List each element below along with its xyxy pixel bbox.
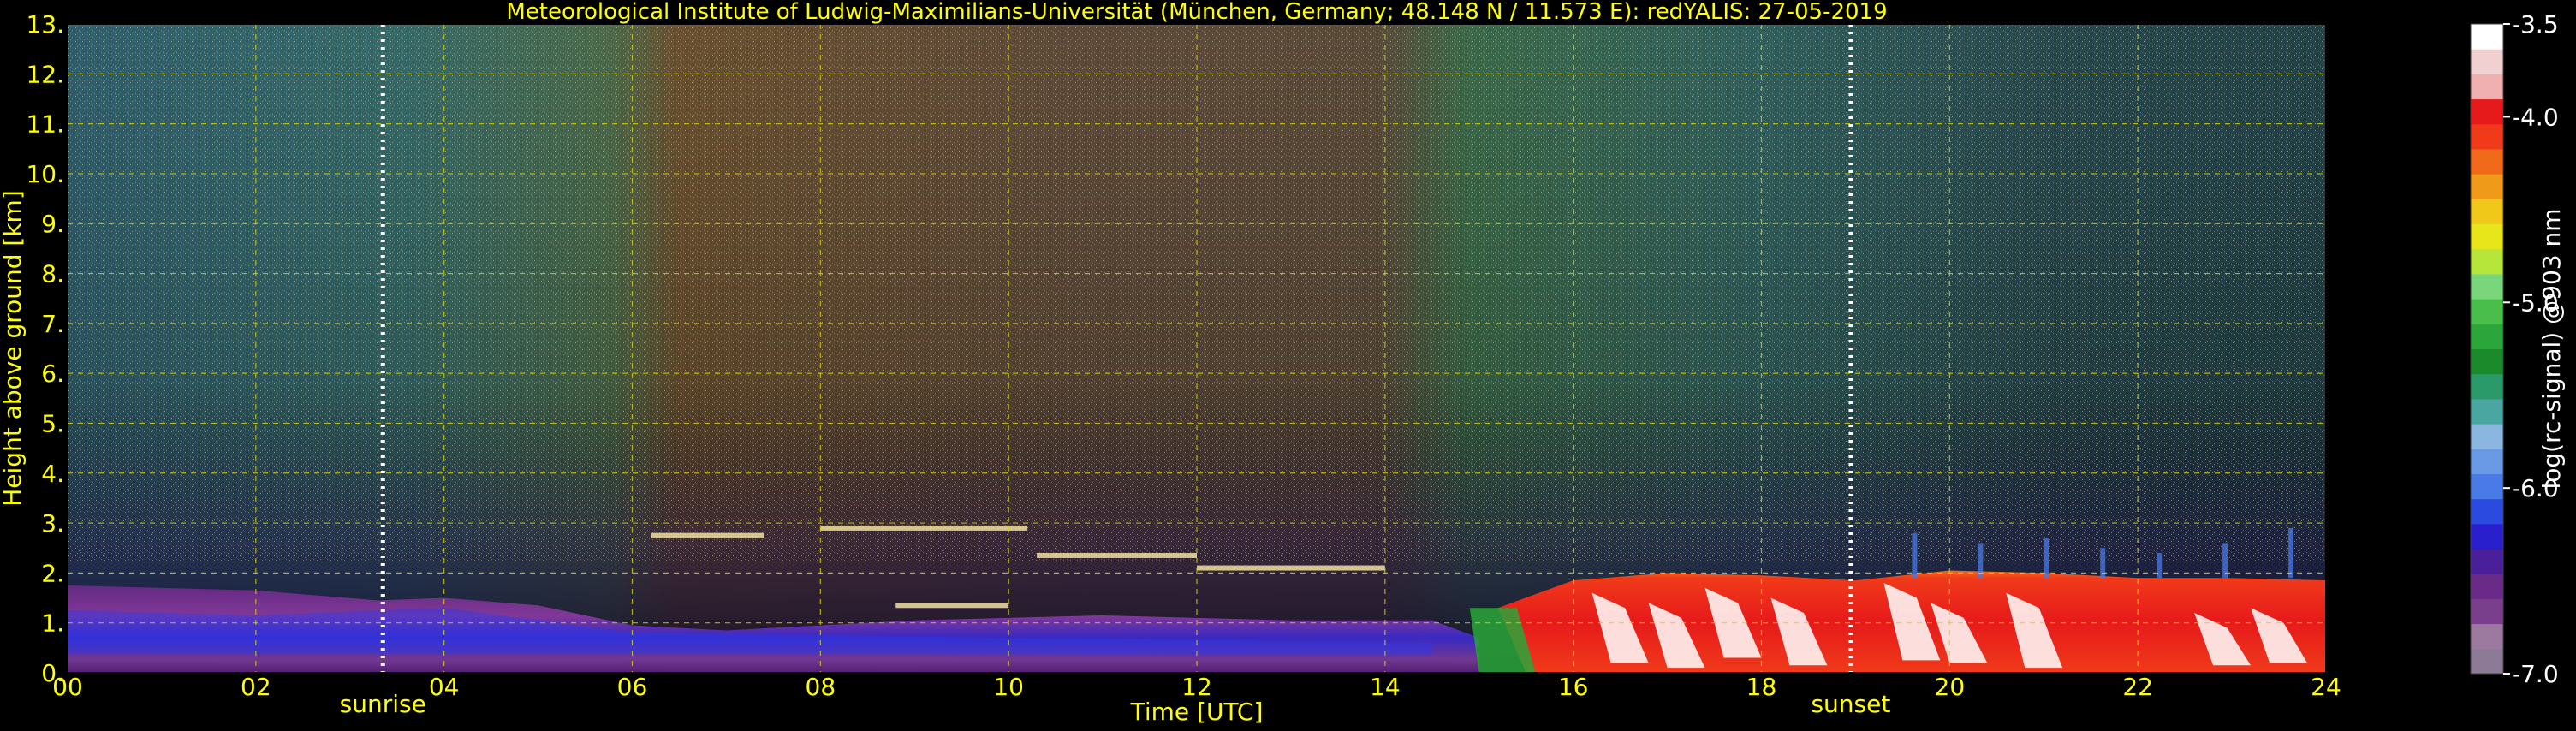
colorbar-segment — [2471, 523, 2503, 550]
convective-spike — [2044, 538, 2049, 579]
x-tick-label: 18 — [1746, 673, 1777, 701]
chart-svg: sunrise sunset Meteorological Institute o… — [0, 0, 2576, 728]
thin-cloud-layer — [1037, 552, 1197, 558]
colorbar-segment — [2471, 174, 2503, 199]
x-tick-label: 02 — [241, 673, 271, 701]
convective-spike — [1912, 532, 1918, 579]
y-tick-label: 13. — [26, 10, 64, 39]
colorbar-segment — [2471, 223, 2503, 250]
colorbar-tick-label: -3.5 — [2512, 10, 2559, 39]
colorbar-segment — [2471, 473, 2503, 500]
colorbar-segment — [2471, 498, 2503, 525]
x-tick-label: 08 — [806, 673, 836, 701]
y-tick-label: 0. — [41, 659, 64, 687]
x-tick-label: 10 — [993, 673, 1024, 701]
x-tick-label: 16 — [1558, 673, 1589, 701]
chart-title: Meteorological Institute of Ludwig-Maxim… — [506, 0, 1887, 25]
thin-cloud-layer — [820, 525, 1028, 531]
x-tick-label: 06 — [617, 673, 648, 701]
y-tick-label: 8. — [41, 260, 64, 288]
annotation-label: sunrise — [340, 690, 426, 718]
x-tick-label: 14 — [1370, 673, 1401, 701]
x-tick-label: 24 — [2311, 673, 2341, 701]
convective-spike — [2288, 527, 2294, 579]
colorbar-segment — [2471, 248, 2503, 275]
colorbar-segment — [2471, 98, 2503, 125]
y-tick-label: 10. — [26, 160, 64, 188]
colorbar-segment — [2471, 623, 2503, 650]
x-tick-label: 12 — [1181, 673, 1212, 701]
y-tick-label: 11. — [26, 110, 64, 139]
colorbar-segment — [2471, 574, 2503, 599]
y-tick-label: 5. — [41, 409, 64, 437]
convective-spike — [2157, 553, 2163, 579]
y-tick-label: 12. — [26, 60, 64, 88]
colorbar-tick-label: -7.0 — [2512, 660, 2559, 688]
colorbar-segment — [2471, 123, 2503, 150]
colorbar-segment — [2471, 598, 2503, 625]
colorbar-tick-label: -4.0 — [2512, 103, 2559, 131]
y-tick-label: 1. — [41, 609, 64, 638]
colorbar-label: log(rc-signal) @903 nm — [2537, 208, 2566, 489]
colorbar-segment — [2471, 49, 2503, 74]
y-tick-label: 7. — [41, 310, 64, 338]
y-tick-label: 3. — [41, 509, 64, 538]
colorbar-segment — [2471, 398, 2503, 425]
colorbar-segment — [2471, 273, 2503, 300]
y-tick-label: 9. — [41, 210, 64, 238]
colorbar-segment — [2471, 348, 2503, 375]
y-tick-label: 2. — [41, 559, 64, 587]
colorbar — [2470, 23, 2504, 675]
y-tick-label: 6. — [41, 360, 64, 388]
lidar-chart: sunrise sunset Meteorological Institute o… — [0, 0, 2576, 728]
x-tick-label: 20 — [1935, 673, 1966, 701]
x-tick-label: 04 — [429, 673, 460, 701]
colorbar-segment — [2471, 24, 2503, 50]
colorbar-segment — [2471, 299, 2503, 324]
colorbar-segment — [2471, 324, 2503, 349]
colorbar-segment — [2471, 148, 2503, 175]
colorbar-segment — [2471, 74, 2503, 100]
colorbar-segment — [2471, 373, 2503, 400]
annotation-label: sunset — [1811, 690, 1890, 718]
x-axis-label: Time [UTC] — [1130, 698, 1264, 726]
colorbar-segment — [2471, 648, 2503, 675]
colorbar-segment — [2471, 549, 2503, 574]
thin-cloud-layer — [651, 532, 764, 538]
x-tick-label: 22 — [2122, 673, 2153, 701]
thin-cloud-layer — [1197, 565, 1385, 571]
colorbar-segment — [2471, 449, 2503, 474]
thin-cloud-layer — [895, 603, 1009, 609]
y-axis-label: Height above ground [km] — [0, 190, 27, 507]
y-tick-label: 4. — [41, 460, 64, 488]
colorbar-segment — [2471, 199, 2503, 225]
colorbar-segment — [2471, 424, 2503, 449]
